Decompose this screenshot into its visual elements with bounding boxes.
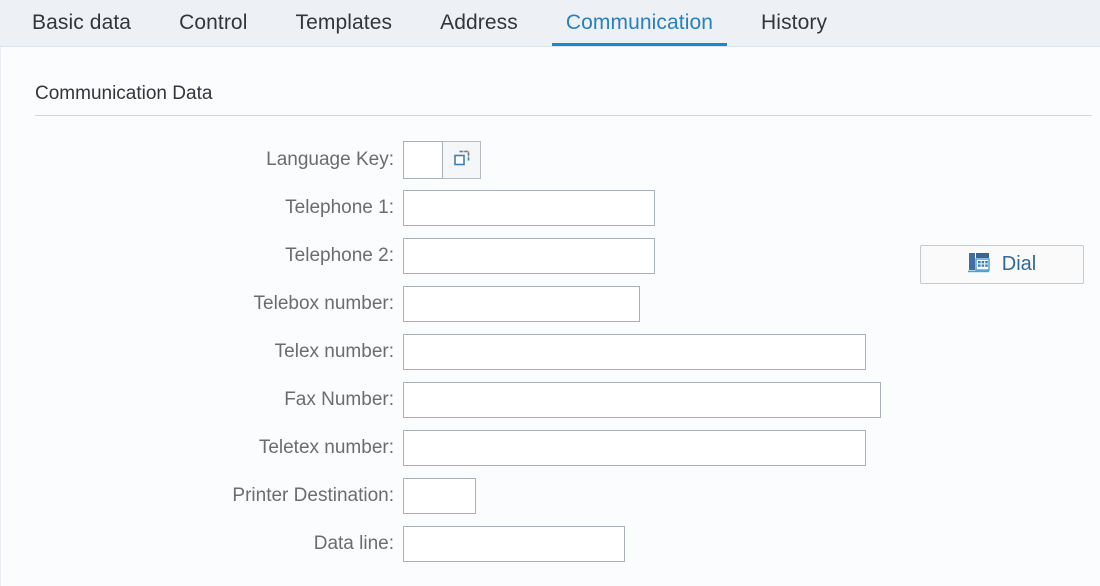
value-help-field [403,141,481,179]
fax-number-input[interactable] [403,382,881,418]
field-label: Telephone 1: [285,197,394,218]
field-container [403,382,1100,418]
field-container [403,478,1100,514]
form-row: Telephone 1: [1,184,1100,232]
field-label: Fax Number: [284,389,394,410]
printer-destination-input[interactable] [403,478,476,514]
form-row: Fax Number: [1,376,1100,424]
overlapping-squares-icon [452,148,472,173]
form-row: Teletex number: [1,424,1100,472]
field-container [403,286,1100,322]
field-container [403,141,1100,179]
field-label: Telephone 2: [285,245,394,266]
field-container [403,526,1100,562]
data-line-input[interactable] [403,526,625,562]
telebox-number-input[interactable] [403,286,640,322]
value-help-button[interactable] [443,141,481,179]
form-row: Telebox number: [1,280,1100,328]
content-area: Communication Data Language Key: Telephon… [0,47,1100,586]
telephone-keypad-icon [967,251,991,278]
tab-bar: Basic data Control Templates Address Communi… [0,0,1100,47]
dial-button[interactable]: Dial [920,245,1084,284]
field-container [403,190,1100,226]
tab-templates[interactable]: Templates [271,0,416,46]
field-label: Telex number: [274,341,394,362]
field-label: Teletex number: [258,437,394,458]
language-key-input[interactable] [403,141,443,179]
page-title: Communication Data [35,83,213,104]
field-label: Telebox number: [253,293,394,314]
telex-number-input[interactable] [403,334,866,370]
form-row: Data line: [1,520,1100,568]
field-label: Language Key: [266,149,394,170]
field-container [403,334,1100,370]
dial-button-label: Dial [1001,253,1037,275]
communication-form: Language Key: Telephone 1: Telephone 2: Tel… [1,116,1100,568]
tab-history[interactable]: History [737,0,851,46]
tab-communication[interactable]: Communication [542,0,737,46]
tab-basic-data[interactable]: Basic data [8,0,155,46]
form-row: Language Key: [1,136,1100,184]
telephone-1-input[interactable] [403,190,655,226]
form-row: Printer Destination: [1,472,1100,520]
tab-strip: Basic data Control Templates Address Communi… [0,0,1100,46]
tab-control[interactable]: Control [155,0,271,46]
telephone-2-input[interactable] [403,238,655,274]
field-label: Data line: [313,533,394,554]
field-container [403,430,1100,466]
form-row: Telex number: [1,328,1100,376]
field-label: Printer Destination: [232,485,394,506]
tab-address[interactable]: Address [416,0,542,46]
dial-button-slot: Dial [920,245,1084,284]
teletex-number-input[interactable] [403,430,866,466]
